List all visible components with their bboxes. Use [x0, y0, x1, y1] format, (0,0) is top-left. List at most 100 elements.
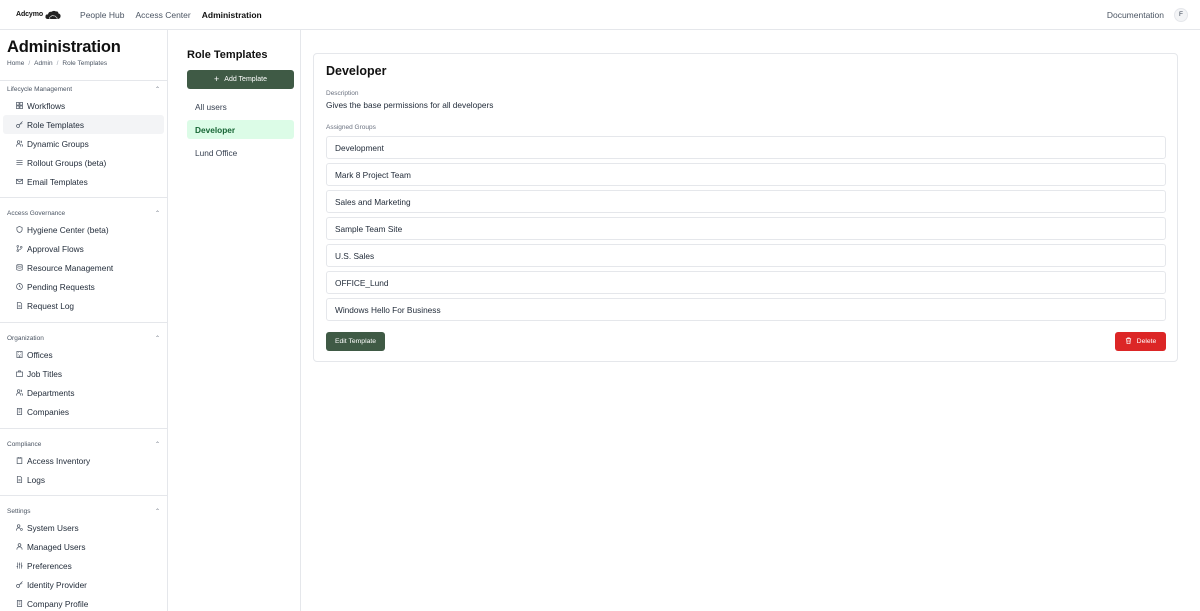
- section-title: Settings: [7, 507, 31, 515]
- sidebar-item-logs[interactable]: Logs: [3, 470, 164, 489]
- sidebar-item-label: Logs: [27, 474, 45, 485]
- sidebar-item-approval-flows[interactable]: Approval Flows: [3, 239, 164, 258]
- sidebar-item-workflows[interactable]: Workflows: [3, 96, 164, 115]
- top-nav: Adcymo People Hub Access Center Administ…: [0, 0, 1200, 30]
- group-row: OFFICE_Lund: [326, 271, 1166, 294]
- trash-icon: [1125, 337, 1132, 346]
- key-icon: [15, 121, 23, 129]
- sidebar-item-label: Rollout Groups (beta): [27, 157, 107, 168]
- cloud-logo-icon: [45, 10, 61, 19]
- sidebar-item-label: Offices: [27, 349, 53, 360]
- section-compliance: Compliance ⌃ Access Inventory Logs: [0, 428, 167, 489]
- building-icon: [15, 408, 23, 416]
- template-item-lund-office[interactable]: Lund Office: [187, 143, 294, 162]
- sidebar-item-resource-management[interactable]: Resource Management: [3, 258, 164, 277]
- section-organization: Organization ⌃ Offices Job Titles Depart…: [0, 322, 167, 421]
- chevron-up-icon: ⌃: [154, 508, 160, 515]
- user-cog-icon: [15, 524, 23, 532]
- template-detail-card: Developer Description Gives the base per…: [313, 53, 1178, 362]
- section-settings: Settings ⌃ System Users Managed Users Pr…: [0, 495, 167, 611]
- section-title: Compliance: [7, 440, 42, 448]
- sidebar-item-dynamic-groups[interactable]: Dynamic Groups: [3, 134, 164, 153]
- section-title: Lifecycle Management: [7, 85, 73, 93]
- sidebar-item-hygiene-center[interactable]: Hygiene Center (beta): [3, 220, 164, 239]
- sidebar-item-access-inventory[interactable]: Access Inventory: [3, 451, 164, 470]
- sidebar-item-company-profile[interactable]: Company Profile: [3, 594, 164, 611]
- sidebar-item-label: System Users: [27, 522, 79, 533]
- brand-logo[interactable]: Adcymo: [16, 10, 61, 20]
- sidebar-item-label: Hygiene Center (beta): [27, 224, 109, 235]
- group-row: U.S. Sales: [326, 244, 1166, 267]
- brand-name: Adcymo: [16, 11, 44, 18]
- sidebar: Administration Home / Admin / Role Templates…: [0, 30, 168, 611]
- templates-title: Role Templates: [187, 49, 268, 61]
- section-header-compliance[interactable]: Compliance ⌃: [0, 437, 167, 451]
- mail-icon: [15, 178, 23, 186]
- template-title: Developer: [326, 64, 387, 78]
- nav-access-center[interactable]: Access Center: [135, 10, 190, 20]
- description-label: Description: [326, 90, 359, 97]
- sidebar-item-job-titles[interactable]: Job Titles: [3, 364, 164, 383]
- chevron-up-icon: ⌃: [154, 86, 160, 93]
- nav-people-hub[interactable]: People Hub: [80, 10, 124, 20]
- chevron-up-icon: ⌃: [154, 210, 160, 217]
- sidebar-item-pending-requests[interactable]: Pending Requests: [3, 277, 164, 296]
- sidebar-item-managed-users[interactable]: Managed Users: [3, 537, 164, 556]
- add-template-button[interactable]: + Add Template: [187, 70, 294, 89]
- breadcrumb-admin[interactable]: Admin: [34, 60, 52, 67]
- sidebar-item-offices[interactable]: Offices: [3, 345, 164, 364]
- sidebar-item-label: Companies: [27, 406, 69, 417]
- sidebar-item-request-log[interactable]: Request Log: [3, 296, 164, 315]
- section-access-governance: Access Governance ⌃ Hygiene Center (beta…: [0, 197, 167, 315]
- shield-icon: [15, 226, 23, 234]
- clipboard-icon: [15, 457, 23, 465]
- sidebar-item-departments[interactable]: Departments: [3, 383, 164, 402]
- section-header-settings[interactable]: Settings ⌃: [0, 504, 167, 518]
- sidebar-item-label: Dynamic Groups: [27, 138, 89, 149]
- template-item-developer[interactable]: Developer: [187, 120, 294, 139]
- section-lifecycle-management: Lifecycle Management ⌃ Workflows Role Te…: [0, 80, 167, 191]
- sidebar-item-label: Email Templates: [27, 176, 88, 187]
- sidebar-item-rollout-groups[interactable]: Rollout Groups (beta): [3, 153, 164, 172]
- breadcrumb-home[interactable]: Home: [7, 60, 24, 67]
- clock-icon: [15, 283, 23, 291]
- sidebar-item-label: Request Log: [27, 300, 75, 311]
- sidebar-item-label: Role Templates: [27, 119, 85, 130]
- sliders-icon: [15, 159, 23, 167]
- sidebar-item-preferences[interactable]: Preferences: [3, 556, 164, 575]
- nav-administration[interactable]: Administration: [202, 10, 262, 20]
- sidebar-item-label: Access Inventory: [27, 455, 91, 466]
- chevron-up-icon: ⌃: [154, 335, 160, 342]
- section-header-organization[interactable]: Organization ⌃: [0, 331, 167, 345]
- sidebar-item-label: Departments: [27, 387, 75, 398]
- template-list: All users Developer Lund Office: [187, 97, 294, 166]
- user-avatar[interactable]: F: [1174, 7, 1188, 22]
- users-icon: [15, 140, 23, 148]
- edit-template-button[interactable]: Edit Template: [326, 332, 385, 351]
- branch-icon: [15, 245, 23, 253]
- sidebar-item-companies[interactable]: Companies: [3, 402, 164, 421]
- group-row: Sample Team Site: [326, 217, 1166, 240]
- delete-button[interactable]: Delete: [1115, 332, 1166, 351]
- assigned-groups-label: Assigned Groups: [326, 124, 376, 131]
- section-title: Organization: [7, 334, 44, 342]
- sidebar-item-identity-provider[interactable]: Identity Provider: [3, 575, 164, 594]
- sidebar-item-label: Preferences: [27, 560, 72, 571]
- sidebar-item-label: Identity Provider: [27, 579, 87, 590]
- sidebar-item-label: Pending Requests: [27, 281, 95, 292]
- section-header-access-governance[interactable]: Access Governance ⌃: [0, 206, 167, 220]
- group-row: Windows Hello For Business: [326, 298, 1166, 321]
- sidebar-item-role-templates[interactable]: Role Templates: [3, 115, 164, 134]
- template-item-all-users[interactable]: All users: [187, 97, 294, 116]
- grid-icon: [15, 102, 23, 110]
- sidebar-item-system-users[interactable]: System Users: [3, 518, 164, 537]
- group-row: Sales and Marketing: [326, 190, 1166, 213]
- plus-icon: +: [214, 74, 220, 84]
- sidebar-item-label: Approval Flows: [27, 243, 84, 254]
- users-icon: [15, 389, 23, 397]
- documentation-link[interactable]: Documentation: [1107, 10, 1164, 20]
- building-icon: [15, 351, 23, 359]
- breadcrumb: Home / Admin / Role Templates: [7, 60, 108, 67]
- section-header-lifecycle[interactable]: Lifecycle Management ⌃: [0, 82, 167, 96]
- sidebar-item-email-templates[interactable]: Email Templates: [3, 172, 164, 191]
